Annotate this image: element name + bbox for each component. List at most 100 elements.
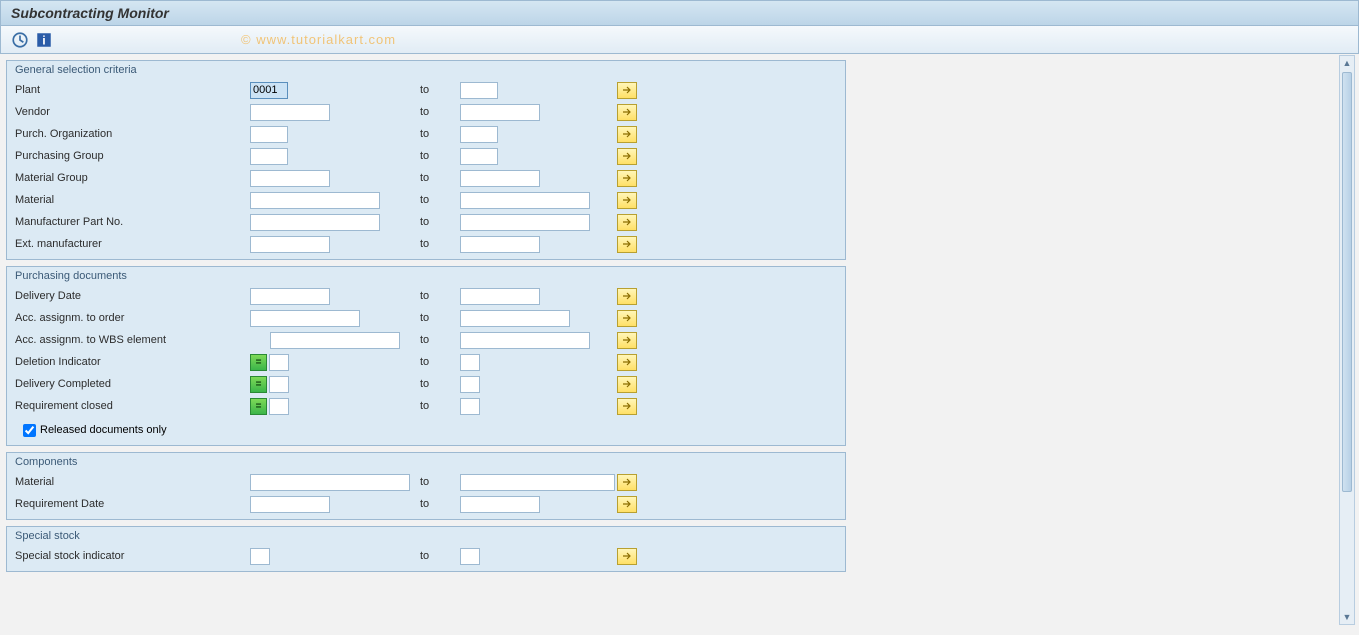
multiselect-acc-wbs-icon[interactable] bbox=[617, 332, 637, 349]
multiselect-mat-group-icon[interactable] bbox=[617, 170, 637, 187]
title-bar: Subcontracting Monitor bbox=[0, 0, 1359, 26]
multiselect-special-indicator-icon[interactable] bbox=[617, 548, 637, 565]
info-icon[interactable]: i bbox=[35, 31, 53, 49]
toolbar: i © www.tutorialkart.com bbox=[0, 26, 1359, 54]
label-req-closed: Requirement closed bbox=[15, 400, 250, 412]
label-acc-wbs: Acc. assignm. to WBS element bbox=[15, 334, 270, 346]
input-plant-to[interactable] bbox=[460, 82, 498, 99]
multiselect-mfr-part-icon[interactable] bbox=[617, 214, 637, 231]
input-mat-group-from[interactable] bbox=[250, 170, 330, 187]
input-special-indicator-to[interactable] bbox=[460, 548, 480, 565]
label-plant: Plant bbox=[15, 84, 250, 96]
row-plant: Plant to bbox=[7, 79, 845, 101]
row-delivery-completed: Delivery Completed = to bbox=[7, 373, 845, 395]
input-purch-group-from[interactable] bbox=[250, 148, 288, 165]
input-delivery-date-to[interactable] bbox=[460, 288, 540, 305]
input-delivery-completed-to[interactable] bbox=[460, 376, 480, 393]
label-deletion: Deletion Indicator bbox=[15, 356, 250, 368]
input-req-date-to[interactable] bbox=[460, 496, 540, 513]
row-purch-group: Purchasing Group to bbox=[7, 145, 845, 167]
input-special-indicator-from[interactable] bbox=[250, 548, 270, 565]
label-material: Material bbox=[15, 194, 250, 206]
input-delivery-completed-from[interactable] bbox=[269, 376, 289, 393]
input-acc-wbs-to[interactable] bbox=[460, 332, 590, 349]
label-mfr-part: Manufacturer Part No. bbox=[15, 216, 250, 228]
input-mat-group-to[interactable] bbox=[460, 170, 540, 187]
input-acc-order-from[interactable] bbox=[250, 310, 360, 327]
group-special-stock: Special stock Special stock indicator to bbox=[6, 526, 846, 572]
scroll-thumb[interactable] bbox=[1342, 72, 1352, 492]
selopt-deletion-icon[interactable]: = bbox=[250, 354, 267, 371]
group-purchasing: Purchasing documents Delivery Date to Ac… bbox=[6, 266, 846, 446]
input-vendor-from[interactable] bbox=[250, 104, 330, 121]
input-mfr-part-from[interactable] bbox=[250, 214, 380, 231]
scroll-up-icon[interactable]: ▲ bbox=[1340, 56, 1354, 70]
label-delivery-completed: Delivery Completed bbox=[15, 378, 250, 390]
selopt-delivery-completed-icon[interactable]: = bbox=[250, 376, 267, 393]
row-delivery-date: Delivery Date to bbox=[7, 285, 845, 307]
svg-text:i: i bbox=[42, 33, 45, 47]
selopt-req-closed-icon[interactable]: = bbox=[250, 398, 267, 415]
input-deletion-to[interactable] bbox=[460, 354, 480, 371]
row-mat-group: Material Group to bbox=[7, 167, 845, 189]
input-req-closed-to[interactable] bbox=[460, 398, 480, 415]
row-req-date: Requirement Date to bbox=[7, 493, 845, 515]
label-acc-order: Acc. assignm. to order bbox=[15, 312, 250, 324]
input-mfr-part-to[interactable] bbox=[460, 214, 590, 231]
group-title-components: Components bbox=[7, 453, 845, 471]
label-purch-group: Purchasing Group bbox=[15, 150, 250, 162]
input-req-closed-from[interactable] bbox=[269, 398, 289, 415]
input-ext-mfr-to[interactable] bbox=[460, 236, 540, 253]
input-purch-group-to[interactable] bbox=[460, 148, 498, 165]
multiselect-plant-icon[interactable] bbox=[617, 82, 637, 99]
multiselect-material-icon[interactable] bbox=[617, 192, 637, 209]
input-acc-wbs-from[interactable] bbox=[270, 332, 400, 349]
group-general: General selection criteria Plant to Vend… bbox=[6, 60, 846, 260]
label-comp-material: Material bbox=[15, 476, 250, 488]
input-plant-from[interactable] bbox=[250, 82, 288, 99]
label-released-only: Released documents only bbox=[40, 424, 167, 436]
row-ext-mfr: Ext. manufacturer to bbox=[7, 233, 845, 255]
input-purch-org-from[interactable] bbox=[250, 126, 288, 143]
input-deletion-from[interactable] bbox=[269, 354, 289, 371]
input-material-from[interactable] bbox=[250, 192, 380, 209]
row-req-closed: Requirement closed = to bbox=[7, 395, 845, 417]
row-comp-material: Material to bbox=[7, 471, 845, 493]
row-purch-org: Purch. Organization to bbox=[7, 123, 845, 145]
label-delivery-date: Delivery Date bbox=[15, 290, 250, 302]
execute-icon[interactable] bbox=[11, 31, 29, 49]
input-vendor-to[interactable] bbox=[460, 104, 540, 121]
multiselect-acc-order-icon[interactable] bbox=[617, 310, 637, 327]
input-ext-mfr-from[interactable] bbox=[250, 236, 330, 253]
multiselect-delivery-completed-icon[interactable] bbox=[617, 376, 637, 393]
input-comp-material-from[interactable] bbox=[250, 474, 410, 491]
checkbox-released-only[interactable] bbox=[23, 424, 36, 437]
multiselect-req-closed-icon[interactable] bbox=[617, 398, 637, 415]
group-title-special: Special stock bbox=[7, 527, 845, 545]
label-ext-mfr: Ext. manufacturer bbox=[15, 238, 250, 250]
input-req-date-from[interactable] bbox=[250, 496, 330, 513]
row-special-indicator: Special stock indicator to bbox=[7, 545, 845, 567]
multiselect-deletion-icon[interactable] bbox=[617, 354, 637, 371]
multiselect-delivery-date-icon[interactable] bbox=[617, 288, 637, 305]
multiselect-ext-mfr-icon[interactable] bbox=[617, 236, 637, 253]
input-material-to[interactable] bbox=[460, 192, 590, 209]
label-req-date: Requirement Date bbox=[15, 498, 250, 510]
multiselect-purch-org-icon[interactable] bbox=[617, 126, 637, 143]
label-special-indicator: Special stock indicator bbox=[15, 550, 250, 562]
input-delivery-date-from[interactable] bbox=[250, 288, 330, 305]
scroll-down-icon[interactable]: ▼ bbox=[1340, 610, 1354, 624]
scrollbar-vertical[interactable]: ▲ ▼ bbox=[1339, 55, 1355, 625]
input-acc-order-to[interactable] bbox=[460, 310, 570, 327]
row-acc-order: Acc. assignm. to order to bbox=[7, 307, 845, 329]
multiselect-comp-material-icon[interactable] bbox=[617, 474, 637, 491]
row-mfr-part: Manufacturer Part No. to bbox=[7, 211, 845, 233]
multiselect-req-date-icon[interactable] bbox=[617, 496, 637, 513]
row-deletion: Deletion Indicator = to bbox=[7, 351, 845, 373]
multiselect-vendor-icon[interactable] bbox=[617, 104, 637, 121]
input-comp-material-to[interactable] bbox=[460, 474, 615, 491]
input-purch-org-to[interactable] bbox=[460, 126, 498, 143]
row-released-only: Released documents only bbox=[7, 419, 845, 441]
row-acc-wbs: Acc. assignm. to WBS element to bbox=[7, 329, 845, 351]
multiselect-purch-group-icon[interactable] bbox=[617, 148, 637, 165]
